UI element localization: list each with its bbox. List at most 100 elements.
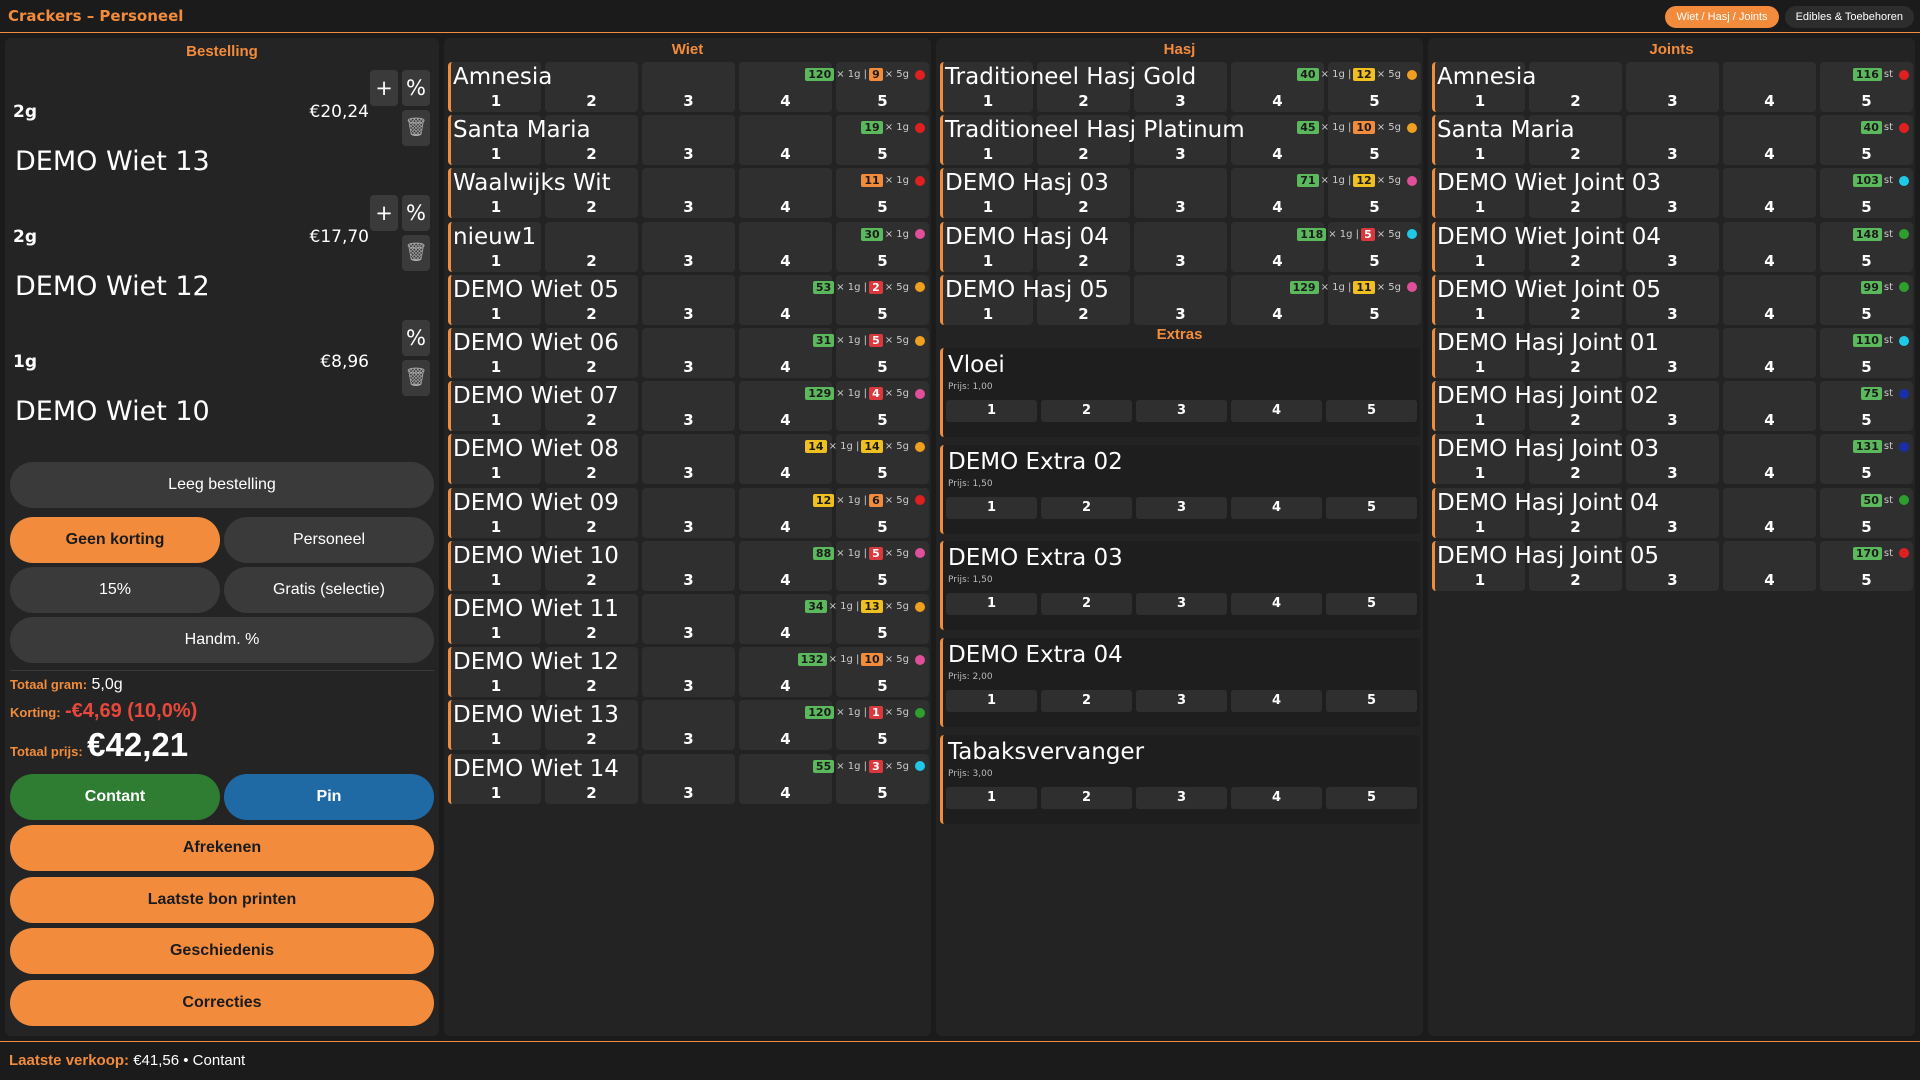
qty-button-3[interactable]: 3: [642, 647, 735, 698]
qty-button-3[interactable]: 3: [1134, 168, 1227, 219]
extra-qty-button-5[interactable]: 5: [1326, 496, 1417, 519]
qty-button-4[interactable]: 4: [1723, 168, 1816, 219]
extra-qty-button-4[interactable]: 4: [1231, 786, 1322, 809]
qty-button-5[interactable]: 5 170st: [1820, 540, 1913, 591]
qty-button-5[interactable]: 5 131st: [1820, 434, 1913, 485]
qty-button-5[interactable]: 5 40st: [1820, 115, 1913, 166]
qty-button-3[interactable]: 3: [642, 487, 735, 538]
qty-button-3[interactable]: 3: [1626, 62, 1719, 112]
trash-icon[interactable]: 🗑: [402, 360, 430, 396]
extra-qty-button-1[interactable]: 1: [946, 786, 1037, 809]
qty-button-3[interactable]: 3: [642, 221, 735, 272]
qty-button-3[interactable]: 3: [1626, 115, 1719, 166]
extra-qty-button-3[interactable]: 3: [1136, 400, 1227, 422]
extra-qty-button-5[interactable]: 5: [1326, 690, 1417, 713]
increase-button[interactable]: +: [370, 70, 398, 106]
extra-qty-button-1[interactable]: 1: [946, 496, 1037, 519]
qty-button-3[interactable]: 3: [642, 434, 735, 485]
corrections-button[interactable]: Correcties: [10, 980, 434, 1026]
qty-button-5[interactable]: 5 30 × 1g: [836, 221, 929, 272]
qty-button-5[interactable]: 5 120 × 1g | 1 × 5g: [805, 700, 929, 751]
qty-button-2[interactable]: 2: [545, 221, 638, 272]
qty-button-5[interactable]: 5 12 × 1g | 6 × 5g: [812, 487, 929, 538]
extra-qty-button-5[interactable]: 5: [1326, 400, 1417, 422]
qty-button-3[interactable]: 3: [642, 274, 735, 325]
trash-icon[interactable]: 🗑: [402, 110, 430, 146]
tab-edibles-toebehoren[interactable]: Edibles & Toebehoren: [1784, 6, 1914, 28]
qty-button-5[interactable]: 5 75st: [1820, 381, 1913, 432]
qty-button-3[interactable]: 3: [1134, 274, 1227, 325]
extra-qty-button-2[interactable]: 2: [1041, 786, 1132, 809]
item-discount-button[interactable]: %: [402, 195, 430, 231]
qty-button-5[interactable]: 5 116st: [1820, 62, 1913, 112]
qty-button-3[interactable]: 3: [642, 168, 735, 219]
qty-button-5[interactable]: 5 88 × 1g | 5 × 5g: [812, 540, 929, 591]
qty-button-5[interactable]: 5 129 × 1g | 11 × 5g: [1289, 274, 1421, 325]
cash-button[interactable]: Contant: [10, 774, 220, 820]
qty-button-5[interactable]: 5 40 × 1g | 12 × 5g: [1297, 62, 1421, 112]
qty-button-4[interactable]: 4: [1723, 487, 1816, 538]
qty-button-5[interactable]: 5 34 × 1g | 13 × 5g: [805, 594, 929, 644]
extra-qty-button-4[interactable]: 4: [1231, 496, 1322, 519]
print-last-receipt-button[interactable]: Laatste bon printen: [10, 877, 434, 923]
qty-button-3[interactable]: 3: [642, 381, 735, 432]
qty-button-5[interactable]: 5 110st: [1820, 328, 1913, 378]
qty-button-2[interactable]: 2: [545, 62, 638, 112]
item-discount-button[interactable]: %: [402, 320, 430, 356]
extra-qty-button-1[interactable]: 1: [946, 690, 1037, 713]
qty-button-5[interactable]: 5 71 × 1g | 12 × 5g: [1297, 168, 1421, 219]
qty-button-2[interactable]: 2: [1529, 62, 1622, 112]
qty-button-5[interactable]: 5 120 × 1g | 9 × 5g: [805, 62, 929, 112]
manual-discount-button[interactable]: Handm. %: [10, 617, 434, 663]
qty-button-5[interactable]: 5 103st: [1820, 168, 1913, 219]
qty-button-3[interactable]: 3: [642, 594, 735, 644]
extra-qty-button-2[interactable]: 2: [1041, 690, 1132, 713]
extra-qty-button-2[interactable]: 2: [1041, 593, 1132, 616]
qty-button-4[interactable]: 4: [1723, 328, 1816, 378]
extra-qty-button-1[interactable]: 1: [946, 593, 1037, 616]
tab-wiet-hasj-joints[interactable]: Wiet / Hasj / Joints: [1665, 6, 1779, 28]
extra-qty-button-5[interactable]: 5: [1326, 593, 1417, 616]
extra-qty-button-2[interactable]: 2: [1041, 400, 1132, 422]
qty-button-5[interactable]: 5 53 × 1g | 2 × 5g: [812, 274, 929, 325]
free-selection-button[interactable]: Gratis (selectie): [224, 567, 434, 613]
extra-qty-button-2[interactable]: 2: [1041, 496, 1132, 519]
extra-qty-button-3[interactable]: 3: [1136, 786, 1227, 809]
qty-button-5[interactable]: 5 45 × 1g | 10 × 5g: [1297, 115, 1421, 166]
trash-icon[interactable]: 🗑: [402, 235, 430, 271]
qty-button-5[interactable]: 5 50st: [1820, 487, 1913, 538]
qty-button-3[interactable]: 3: [642, 540, 735, 591]
qty-button-3[interactable]: 3: [642, 700, 735, 751]
extra-qty-button-4[interactable]: 4: [1231, 593, 1322, 616]
qty-button-4[interactable]: 4: [739, 115, 832, 166]
qty-button-5[interactable]: 5 11 × 1g: [836, 168, 929, 219]
qty-button-3[interactable]: 3: [1134, 221, 1227, 272]
extra-qty-button-3[interactable]: 3: [1136, 496, 1227, 519]
qty-button-4[interactable]: 4: [1723, 274, 1816, 325]
history-button[interactable]: Geschiedenis: [10, 928, 434, 974]
checkout-button[interactable]: Afrekenen: [10, 825, 434, 871]
qty-button-4[interactable]: 4: [1723, 434, 1816, 485]
qty-button-4[interactable]: 4: [1723, 381, 1816, 432]
extra-qty-button-3[interactable]: 3: [1136, 690, 1227, 713]
qty-button-4[interactable]: 4: [1723, 221, 1816, 272]
qty-button-5[interactable]: 5 19 × 1g: [836, 115, 929, 166]
qty-button-4[interactable]: 4: [1723, 115, 1816, 166]
qty-button-5[interactable]: 5 148st: [1820, 221, 1913, 272]
item-discount-button[interactable]: %: [402, 70, 430, 106]
increase-button[interactable]: +: [370, 195, 398, 231]
qty-button-5[interactable]: 5 31 × 1g | 5 × 5g: [812, 328, 929, 378]
clear-order-button[interactable]: Leeg bestelling: [10, 462, 434, 508]
qty-button-4[interactable]: 4: [739, 168, 832, 219]
qty-button-5[interactable]: 5 55 × 1g | 3 × 5g: [812, 753, 929, 804]
extra-qty-button-5[interactable]: 5: [1326, 786, 1417, 809]
extra-qty-button-1[interactable]: 1: [946, 400, 1037, 422]
qty-button-3[interactable]: 3: [642, 115, 735, 166]
qty-button-3[interactable]: 3: [642, 753, 735, 804]
qty-button-3[interactable]: 3: [642, 62, 735, 112]
qty-button-5[interactable]: 5 14 × 1g | 14 × 5g: [805, 434, 929, 485]
staff-discount-button[interactable]: Personeel: [224, 517, 434, 563]
qty-button-5[interactable]: 5 118 × 1g | 5 × 5g: [1297, 221, 1421, 272]
qty-button-4[interactable]: 4: [739, 221, 832, 272]
no-discount-button[interactable]: Geen korting: [10, 517, 220, 563]
